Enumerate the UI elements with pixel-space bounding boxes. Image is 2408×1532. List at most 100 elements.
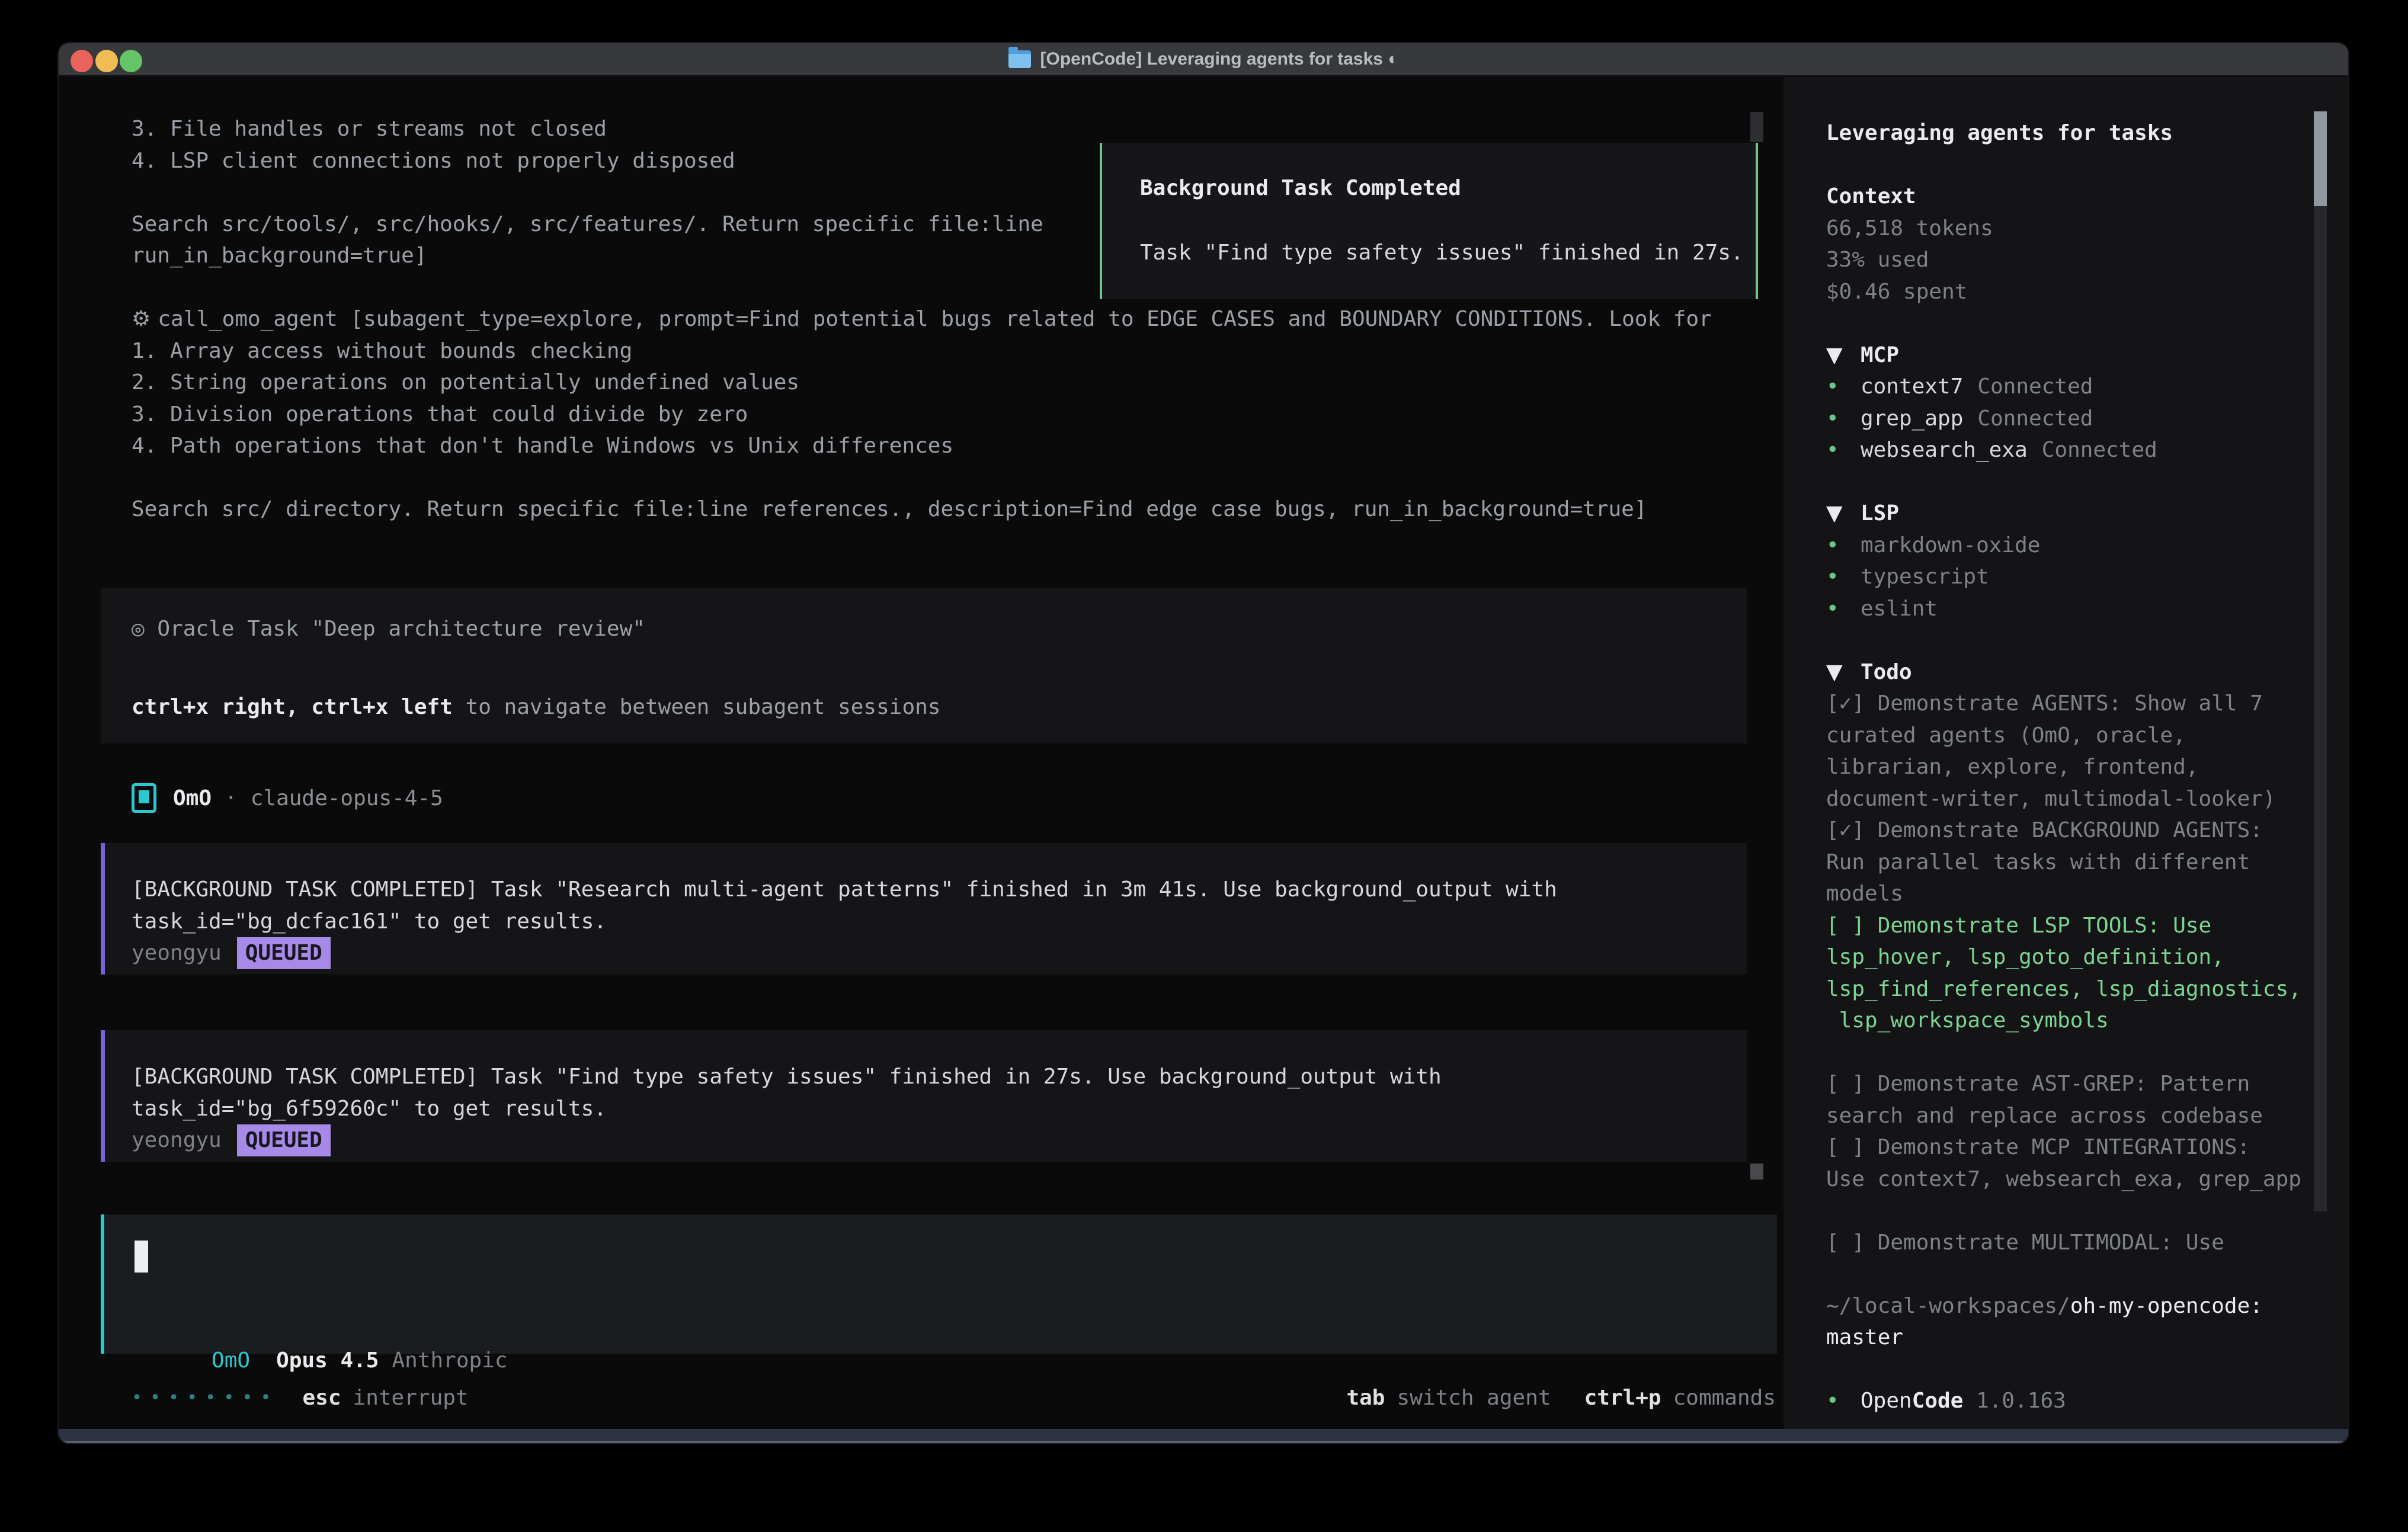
prompt-input[interactable]: OmOOpus 4.5Anthropic	[101, 1214, 1777, 1354]
mcp-section-header[interactable]: ▼MCP	[1826, 339, 2327, 371]
chevron-down-icon: ▼	[1826, 656, 1861, 688]
workspace-repo: oh-my-opencode:	[2070, 1294, 2263, 1318]
mcp-item: •grep_appConnected	[1826, 403, 2327, 435]
zoom-button[interactable]	[120, 50, 142, 72]
oracle-hint-text: to navigate between subagent sessions	[453, 695, 941, 719]
oracle-hint-line: ctrl+x right, ctrl+x left to navigate be…	[132, 691, 1747, 723]
sidebar-scrollbar-track[interactable]	[2314, 206, 2327, 1212]
main-scrollbar-thumb[interactable]	[1750, 1164, 1763, 1180]
blank-line	[1826, 1195, 2327, 1227]
transcript-line: 3. File handles or streams not closed	[132, 113, 1712, 145]
status-bar-left: •••••••• esc interrupt	[132, 1386, 469, 1410]
app-name-bold: Code	[1912, 1389, 1964, 1413]
minimize-button[interactable]	[95, 50, 118, 72]
chevron-down-icon: ▼	[1826, 498, 1861, 530]
blank-line	[1826, 149, 2327, 181]
tab-key-hint: tab	[1346, 1386, 1385, 1410]
title-bar[interactable]: [OpenCode] Leveraging agents for tasks ◐	[59, 43, 2348, 77]
transcript-line: Search src/ directory. Return specific f…	[132, 493, 1712, 525]
status-dot-icon: •	[1826, 371, 1861, 403]
status-dot-icon: •	[1826, 434, 1861, 466]
mcp-item: •websearch_exa Connected	[1826, 434, 2327, 466]
todo-done-line: librarian, explore, frontend,	[1826, 751, 2327, 783]
agent-square-icon	[132, 783, 156, 813]
session-sidebar: Leveraging agents for tasks Context 66,5…	[1783, 77, 2348, 1431]
ctrlp-key-label: commands	[1673, 1386, 1776, 1410]
window-bottom-edge	[59, 1429, 2348, 1443]
todo-done-line: [✓] Demonstrate AGENTS: Show all 7	[1826, 688, 2327, 720]
context-tokens: 66,518 tokens	[1826, 213, 2327, 245]
sidebar-content: Leveraging agents for tasks Context 66,5…	[1826, 117, 2327, 1417]
transcript-line: 4. Path operations that don't handle Win…	[132, 430, 1712, 462]
todo-active-line: [ ] Demonstrate LSP TOOLS: Use	[1826, 910, 2327, 942]
todo-done-line: curated agents (OmO, oracle,	[1826, 720, 2327, 752]
transcript-line: 1. Array access without bounds checking	[132, 335, 1712, 367]
blank-line	[1826, 1354, 2327, 1386]
blank-line	[1826, 624, 2327, 656]
lsp-name: eslint	[1861, 597, 1938, 621]
status-dot-icon: •	[1826, 593, 1861, 625]
mcp-status: Connected	[2042, 438, 2157, 462]
activity-dots-icon: ••••••••	[132, 1387, 279, 1408]
task-author: yeongyu	[132, 1128, 222, 1152]
spacer	[132, 645, 1747, 691]
transcript-line: 3. Division operations that could divide…	[132, 399, 1712, 431]
lsp-item: •eslint	[1826, 593, 2327, 625]
text-cursor	[135, 1241, 148, 1273]
todo-section-header[interactable]: ▼Todo	[1826, 656, 2327, 688]
notification-title: Background Task Completed	[1140, 172, 1756, 204]
status-bar: •••••••• esc interrupt tab switch agent …	[132, 1382, 1776, 1414]
blank-line	[132, 462, 1712, 494]
task-author: yeongyu	[132, 941, 222, 965]
opencode-version-line: •OpenCode 1.0.163	[1826, 1385, 2327, 1417]
status-dot-icon: •	[1826, 1385, 1861, 1417]
workspace-path-prefix: ~/local-workspaces/	[1826, 1294, 2070, 1318]
main-scrollbar-thumb[interactable]	[1750, 112, 1763, 142]
task-meta-line: yeongyuQUEUED	[132, 937, 1747, 969]
chevron-down-icon: ▼	[1826, 339, 1861, 371]
sidebar-scrollbar-thumb[interactable]	[2314, 111, 2327, 206]
oracle-task-box: ◎ Oracle Task "Deep architecture review"…	[101, 588, 1747, 743]
todo-pending-line: [ ] Demonstrate MULTIMODAL: Use	[1826, 1227, 2327, 1259]
background-task-message: [BACKGROUND TASK COMPLETED] Task "Resear…	[101, 843, 1747, 975]
blank-line	[1826, 1037, 2327, 1069]
close-button[interactable]	[71, 50, 93, 72]
model-info-line: OmOOpus 4.5Anthropic	[135, 1313, 508, 1345]
mcp-name: grep_app	[1861, 406, 1963, 431]
todo-pending-line: Use context7, websearch_exa, grep_app	[1826, 1164, 2327, 1196]
todo-done-line: [✓] Demonstrate BACKGROUND AGENTS:	[1826, 815, 2327, 847]
model-provider: Anthropic	[392, 1348, 507, 1373]
app-name-regular: Open	[1861, 1389, 1912, 1413]
lsp-item: •typescript	[1826, 561, 2327, 593]
agent-model: claude-opus-4-5	[251, 786, 443, 810]
tool-call-text: call_omo_agent [subagent_type=explore, p…	[158, 307, 1712, 331]
todo-active-line: lsp_hover, lsp_goto_definition,	[1826, 941, 2327, 973]
lsp-name: markdown-oxide	[1861, 533, 2040, 557]
agent-header: OmO · claude-opus-4-5	[132, 781, 443, 815]
context-heading: Context	[1826, 181, 2327, 213]
todo-done-line: document-writer, multimodal-looker)	[1826, 783, 2327, 815]
blank-line	[1826, 466, 2327, 498]
workspace-path: ~/local-workspaces/oh-my-opencode:	[1826, 1290, 2327, 1322]
lsp-heading: LSP	[1861, 501, 1899, 525]
model-version: Opus 4.5	[276, 1348, 379, 1373]
todo-pending-line: search and replace across codebase	[1826, 1100, 2327, 1132]
background-task-notification[interactable]: Background Task Completed Task "Find typ…	[1100, 143, 1758, 299]
tool-call-line: ⚙call_omo_agent [subagent_type=explore, …	[132, 303, 1712, 335]
oracle-task-title: ◎ Oracle Task "Deep architecture review"	[132, 613, 1747, 645]
todo-pending-line: [ ] Demonstrate AST-GREP: Pattern	[1826, 1068, 2327, 1100]
app-version: 1.0.163	[1963, 1389, 2066, 1413]
mcp-item: •context7Connected	[1826, 371, 2327, 403]
transcript-line: 2. String operations on potentially unde…	[132, 367, 1712, 399]
ctrlp-key-hint: ctrl+p	[1584, 1386, 1661, 1410]
task-message-line: [BACKGROUND TASK COMPLETED] Task "Resear…	[132, 874, 1747, 906]
task-message-line: task_id="bg_6f59260c" to get results.	[132, 1093, 1747, 1125]
folder-icon	[1008, 50, 1031, 68]
lsp-name: typescript	[1861, 565, 1989, 589]
mcp-heading: MCP	[1861, 343, 1899, 367]
mcp-name: websearch_exa	[1861, 438, 2028, 462]
lsp-item: •markdown-oxide	[1826, 530, 2327, 562]
status-dot-icon: •	[1826, 530, 1861, 562]
lsp-section-header[interactable]: ▼LSP	[1826, 498, 2327, 530]
status-dot-icon: •	[1826, 561, 1861, 593]
